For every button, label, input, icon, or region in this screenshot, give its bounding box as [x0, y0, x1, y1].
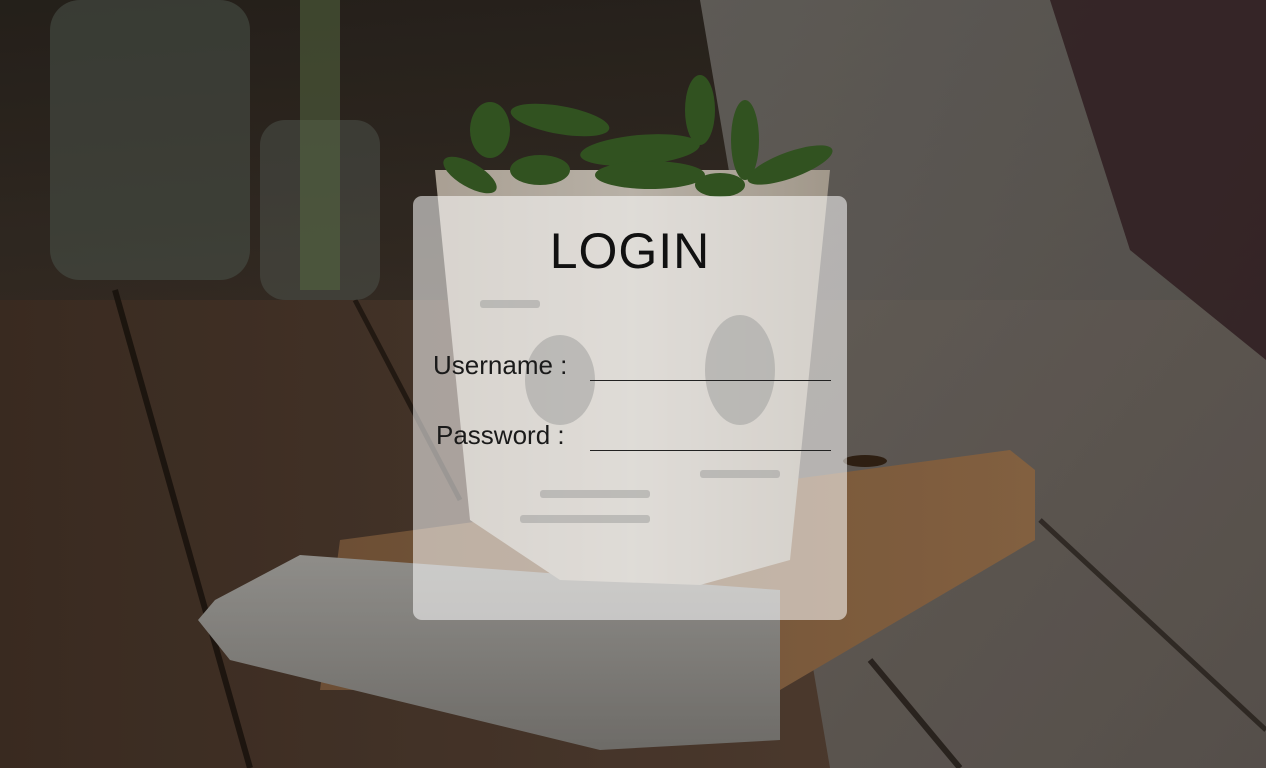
password-label: Password : [436, 420, 565, 450]
username-row: Username : [413, 348, 847, 388]
username-input[interactable] [590, 351, 831, 381]
password-row: Password : [413, 418, 847, 458]
password-input[interactable] [590, 421, 831, 451]
login-page: LOGIN Username : Password : [0, 0, 1266, 768]
login-form: LOGIN Username : Password : [413, 196, 847, 620]
username-label: Username : [433, 350, 568, 380]
login-title: LOGIN [549, 223, 711, 279]
